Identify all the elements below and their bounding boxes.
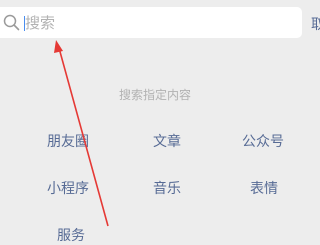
search-icon — [3, 14, 20, 31]
option-music[interactable]: 音乐 — [153, 178, 181, 198]
option-stickers[interactable]: 表情 — [250, 178, 278, 198]
option-official-accounts[interactable]: 公众号 — [242, 131, 284, 151]
option-moments[interactable]: 朋友圈 — [47, 131, 89, 151]
option-mini-programs[interactable]: 小程序 — [47, 178, 89, 198]
search-input[interactable] — [25, 12, 285, 33]
cancel-button[interactable]: 取 — [311, 14, 320, 34]
section-title: 搜索指定内容 — [118, 88, 191, 102]
text-cursor — [24, 16, 25, 31]
search-bar[interactable] — [0, 7, 302, 38]
option-articles[interactable]: 文章 — [153, 131, 181, 151]
option-services[interactable]: 服务 — [57, 225, 85, 245]
